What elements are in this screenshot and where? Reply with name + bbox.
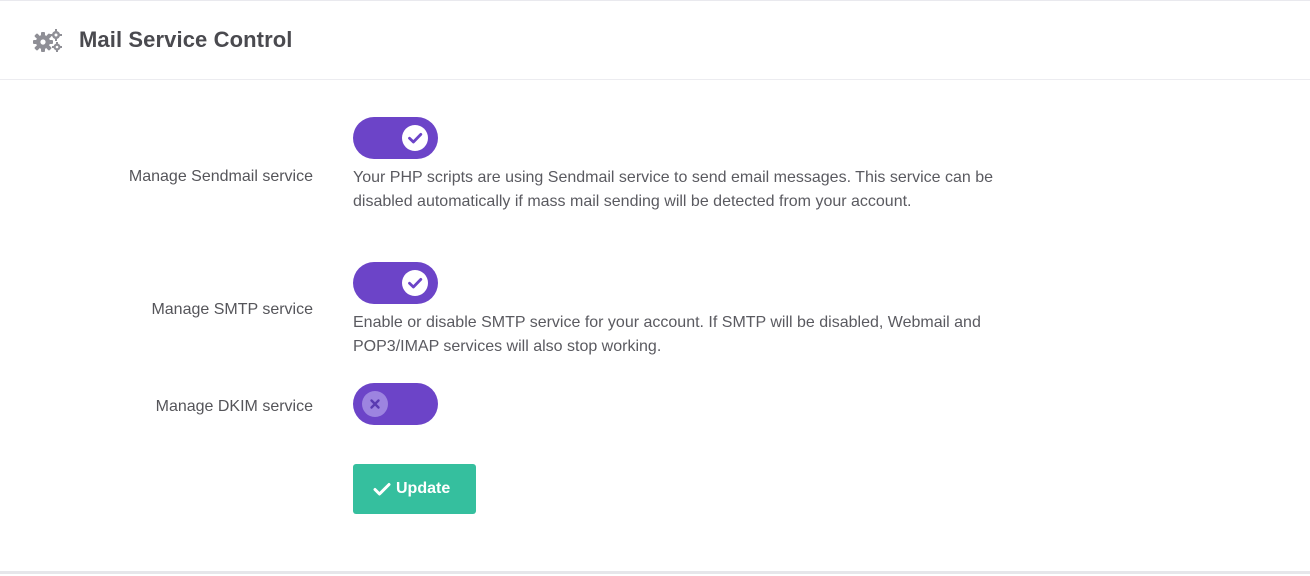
update-button-label: Update [396,480,451,497]
smtp-service-label: Manage SMTP service [151,301,313,318]
sendmail-service-label: Manage Sendmail service [128,168,313,185]
panel-header: Mail Service Control [0,1,1310,80]
check-icon [408,278,423,289]
toggle-knob [402,125,428,151]
page-title: Mail Service Control [79,27,293,52]
close-icon [370,399,380,409]
check-icon [373,481,391,502]
smtp-service-toggle[interactable] [353,262,438,304]
smtp-service-description: Enable or disable SMTP service for your … [353,314,981,355]
check-icon [408,133,423,144]
update-button[interactable]: Update [353,464,476,514]
sendmail-service-toggle[interactable] [353,117,438,159]
sendmail-service-description: Your PHP scripts are using Sendmail serv… [353,169,994,210]
dkim-service-toggle[interactable] [353,383,438,425]
gears-icon [32,28,64,54]
mail-service-control-panel: Mail Service Control Manage Sendmail ser… [0,0,1310,574]
dkim-service-label: Manage DKIM service [155,398,313,415]
toggle-knob [362,391,388,417]
toggle-knob [402,270,428,296]
